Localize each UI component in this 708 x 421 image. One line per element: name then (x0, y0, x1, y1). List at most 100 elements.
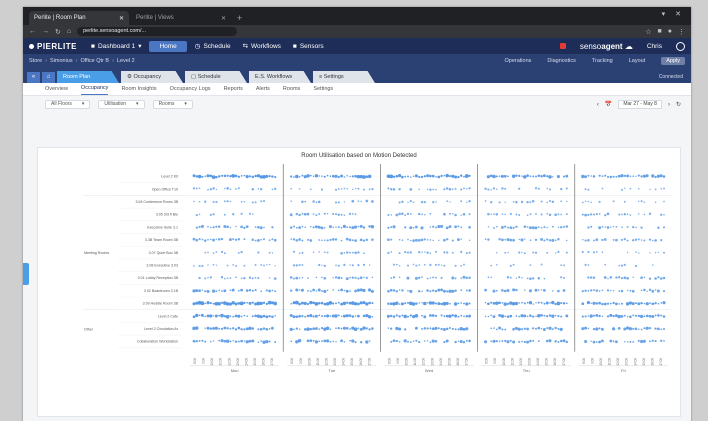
browser-tab-active[interactable]: Perlite | Room Plan ✕ (29, 11, 129, 25)
forward-icon[interactable]: → (42, 28, 49, 35)
utilisation-dot (295, 174, 299, 179)
utilisation-dot (643, 201, 646, 203)
apply-button[interactable]: Apply (661, 57, 685, 65)
tab-schedule[interactable]: ▢ Schedule (185, 71, 247, 83)
utilisation-dot (434, 250, 438, 253)
chevron-right-icon: › (75, 58, 78, 64)
subtab-occupancy[interactable]: Occupancy (80, 85, 109, 95)
utilisation-dot (225, 314, 230, 319)
utilisation-dot (560, 315, 563, 318)
utilisation-dot (407, 315, 409, 318)
utilisation-dot (651, 315, 655, 318)
utilisation-dot (371, 276, 374, 279)
utilisation-dot (460, 188, 463, 191)
utilisation-dot (534, 187, 538, 190)
menu-icon[interactable]: ⋮ (678, 28, 685, 36)
utilisation-dot (301, 200, 304, 203)
toolbar-menu-layout[interactable]: Layout (629, 58, 646, 64)
url-field[interactable]: perlite.sensoagent.com/... (77, 27, 238, 36)
row-label: 3.09 Huddle Room 3B (143, 302, 179, 306)
utilisation-dot (329, 315, 332, 317)
star-icon[interactable]: ☆ (645, 28, 651, 36)
toolbar-menu-tracking[interactable]: Tracking (592, 58, 613, 64)
utilisation-dot (412, 201, 415, 203)
dashboard-select[interactable]: ■ Dashboard 1 ▾ (91, 42, 141, 51)
utilisation-dot (546, 201, 548, 204)
tab-occupancy[interactable]: ⚙ Occupancy (121, 71, 183, 83)
subtab-reports[interactable]: Reports (224, 86, 243, 95)
metric-select[interactable]: Utilisation ▾ (98, 99, 145, 109)
utilisation-dot (457, 315, 460, 318)
window-controls[interactable]: ▾ ✕ (662, 10, 685, 18)
avatar[interactable] (676, 41, 685, 51)
utilisation-dot (290, 238, 293, 240)
utilisation-dot (342, 326, 346, 330)
subtab-rooms[interactable]: Rooms (283, 86, 300, 95)
collapse-icon[interactable]: « (27, 72, 40, 83)
tab-settings[interactable]: ≡ Settings (313, 71, 375, 83)
utilisation-dot (637, 187, 640, 190)
new-tab-button[interactable]: + (233, 11, 246, 25)
nav-item-schedule[interactable]: ◷ Schedule (195, 42, 231, 51)
utilisation-dot (454, 175, 458, 179)
home-icon[interactable]: ⌂ (67, 28, 71, 35)
utilisation-dot (526, 340, 530, 344)
calendar-icon[interactable]: 📅 (605, 101, 612, 108)
close-icon[interactable]: ✕ (119, 15, 124, 22)
next-date-icon[interactable]: › (668, 102, 670, 108)
row-label: Collaboration Workstation (137, 340, 178, 344)
utilisation-dot (443, 188, 446, 191)
utilisation-dot (204, 327, 206, 329)
nav-item-sensors[interactable]: ■ Sensors (293, 43, 324, 50)
breadcrumb-item[interactable]: Level 2 (117, 58, 135, 64)
utilisation-dot (387, 327, 390, 329)
utilisation-dot (529, 264, 532, 267)
utilisation-dot (429, 341, 432, 344)
app-logo[interactable]: PIERLITE (29, 42, 77, 51)
user-name[interactable]: Chris (647, 43, 662, 50)
toolbar-menu-operations[interactable]: Operations (504, 58, 531, 64)
utilisation-dot (409, 251, 413, 254)
utilisation-dot (209, 276, 212, 279)
utilisation-dot (254, 239, 257, 242)
utilisation-dot (529, 314, 532, 317)
tab-room-plan[interactable]: Room Plan (57, 71, 119, 83)
utilisation-dot (332, 213, 335, 215)
utilisation-dot (429, 212, 432, 215)
toolbar-menu-diagnostics[interactable]: Diagnostics (547, 58, 575, 64)
subtab-alerts[interactable]: Alerts (256, 86, 270, 95)
chevron-down-icon: ▾ (81, 100, 85, 107)
profile-icon[interactable]: ● (668, 28, 672, 36)
notification-flag-icon[interactable] (559, 43, 566, 49)
utilisation-dot (638, 200, 640, 202)
close-icon[interactable]: ✕ (221, 15, 226, 22)
breadcrumb-item[interactable]: Simonius (50, 58, 73, 64)
refresh-icon[interactable]: ↻ (676, 101, 681, 108)
home-icon[interactable]: ⌂ (42, 72, 55, 83)
extension-icon[interactable]: ■ (658, 28, 662, 36)
floor-select[interactable]: All Floors ▾ (45, 99, 91, 109)
rooms-select[interactable]: Rooms ▾ (152, 99, 193, 109)
utilisation-dot (245, 327, 249, 331)
subtab-occupancy-logs[interactable]: Occupancy Logs (170, 86, 211, 95)
breadcrumb-item[interactable]: Office Qtr B (80, 58, 109, 64)
sidebar-toggle-handle[interactable] (23, 263, 29, 285)
browser-tab[interactable]: Perlite | Views ✕ (131, 11, 231, 25)
utilisation-dot (654, 340, 657, 343)
subtab-settings[interactable]: Settings (313, 86, 333, 95)
nav-item-home[interactable]: Home (149, 40, 187, 52)
tab-es-workflows[interactable]: E.S. Workflows (249, 71, 311, 83)
utilisation-dot (314, 174, 319, 178)
utilisation-dot (217, 175, 221, 178)
back-icon[interactable]: ← (29, 28, 36, 35)
utilisation-dot (401, 289, 404, 292)
prev-date-icon[interactable]: ‹ (597, 102, 599, 108)
utilisation-dot (309, 290, 312, 293)
utilisation-dot (451, 314, 455, 317)
date-range-field[interactable]: Mar 27 - May 8 (618, 100, 662, 109)
reload-icon[interactable]: ↻ (55, 28, 61, 36)
nav-item-workflows[interactable]: ⇆ Workflows (243, 42, 281, 51)
subtab-overview[interactable]: Overview (45, 86, 68, 95)
subtab-room-insights[interactable]: Room Insights (121, 86, 156, 95)
breadcrumb-item[interactable]: Store (29, 58, 42, 64)
